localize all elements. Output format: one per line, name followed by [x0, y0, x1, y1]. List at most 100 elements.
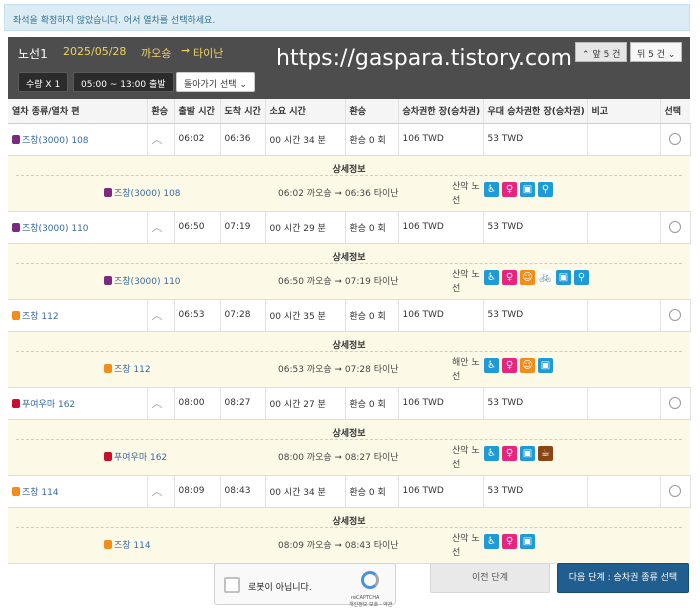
note — [587, 387, 661, 420]
detail-train-link[interactable]: 즈창 112 — [104, 362, 151, 375]
select-cell — [660, 123, 691, 156]
column-header: 선택 — [660, 99, 690, 124]
depart-time: 08:09 — [174, 475, 221, 508]
train-type-icon — [12, 486, 20, 496]
detail-title: 상세정보 — [332, 428, 366, 439]
expand-cell[interactable]: ︿ — [147, 475, 175, 508]
table-row[interactable]: 푸여우마 162 ︿ 08:00 08:27 00 시간 27 분 환승 0 회 106 T… — [8, 387, 691, 420]
depart-time: 06:53 — [174, 299, 221, 332]
arrive-time: 08:43 — [220, 475, 266, 508]
toilet-icon: ▣ — [538, 357, 553, 373]
train-link[interactable]: 즈창(3000) 108 — [12, 134, 89, 146]
chevron-up-icon[interactable]: ︿ — [152, 133, 163, 146]
detail-row: 상세정보 즈창 112 06:53 까오숑 ➞ 07:28 타이난 해안 노선 ♿ ♀ ☺ ▣ — [8, 331, 690, 388]
table-row[interactable]: 즈창 112 ︿ 06:53 07:28 00 시간 35 분 환승 0 회 106 TWD… — [8, 299, 691, 332]
train-type-icon — [104, 451, 112, 461]
nursing-icon: ♀ — [502, 357, 517, 373]
previous-step-button[interactable]: 이전 단계 — [430, 563, 550, 593]
detail-line: 산악 노선 — [452, 533, 480, 558]
detail-cell: 상세정보 즈창(3000) 108 06:02 까오숑 ➞ 06:36 타이난 산악 … — [8, 155, 690, 212]
select-radio[interactable] — [669, 485, 681, 497]
table-row[interactable]: 즈창(3000) 108 ︿ 06:02 06:36 00 시간 34 분 환승 0 회1… — [8, 123, 691, 156]
toilet-icon: ▣ — [520, 181, 535, 197]
select-radio[interactable] — [669, 397, 681, 409]
detail-row: 상세정보 푸여우마 162 08:00 까오숑 ➞ 08:27 타이난 산악 노선 ♿ ♀… — [8, 419, 690, 476]
duration: 00 시간 34 분 — [265, 123, 346, 156]
select-radio[interactable] — [669, 309, 681, 321]
detail-train-link[interactable]: 즈창 114 — [104, 538, 151, 551]
fare: 106 TWD — [398, 387, 484, 420]
train-name: 즈창 112 — [22, 311, 59, 322]
route-panel: 노선1 2025/05/28 까오숑 ➞ 타이난 https://gaspara… — [8, 37, 690, 99]
fare: 106 TWD — [398, 475, 484, 508]
detail-line: 산악 노선 — [452, 269, 480, 294]
train-table: 열차 종류/열차 편 환승 출발 시간 도착 시간 소요 시간 환승 승차권한 장(승차권)… — [8, 99, 691, 564]
chevron-up-icon[interactable]: ︿ — [152, 397, 163, 410]
table-header: 열차 종류/열차 편 환승 출발 시간 도착 시간 소요 시간 환승 승차권한 장(승차권)… — [8, 99, 690, 124]
time-range-button[interactable]: 05:00 ~ 13:00 출발 — [73, 72, 174, 92]
wheelchair-icon: ♿ — [484, 533, 499, 549]
prev-page-button[interactable]: ⌃ 앞 5 건 — [575, 42, 628, 62]
detail-time: 08:00 까오숑 ➞ 08:27 타이난 — [278, 452, 399, 463]
column-header: 환승 — [345, 99, 399, 124]
nursing-icon: ♀ — [502, 533, 517, 549]
train-cell: 즈창 112 — [8, 299, 148, 332]
next-page-button[interactable]: 뒤 5 건 ⌄ — [630, 42, 683, 62]
select-radio[interactable] — [669, 133, 681, 145]
arrive-time: 07:19 — [220, 211, 266, 244]
chevron-up-icon: ⌃ — [582, 50, 590, 60]
duration: 00 시간 35 분 — [265, 299, 346, 332]
detail-box: 상세정보 즈창(3000) 110 06:50 까오숑 ➞ 07:19 타이난 산악 … — [8, 244, 690, 299]
recaptcha-widget: 로봇이 아닙니다. reCAPTCHA 개인정보 보호 - 약관 — [214, 563, 396, 608]
transfers: 환승 0 회 — [345, 123, 399, 156]
note — [587, 211, 661, 244]
detail-line: 산악 노선 — [452, 181, 480, 206]
train-link[interactable]: 즈창 114 — [12, 486, 59, 498]
detail-train-link[interactable]: 즈창(3000) 108 — [104, 186, 181, 199]
next-step-button[interactable]: 다음 단계 : 승차권 종류 선택 — [557, 563, 689, 593]
train-type-icon — [12, 310, 20, 320]
detail-title: 상세정보 — [332, 252, 366, 263]
toilet-icon: ▣ — [520, 533, 535, 549]
detail-train-link[interactable]: 푸여우마 162 — [104, 450, 167, 463]
train-type-icon — [12, 398, 20, 408]
detail-row: 상세정보 즈창 114 08:09 까오숑 ➞ 08:43 타이난 산악 노선 ♿ ♀ ▣ — [8, 507, 690, 564]
detail-row: 상세정보 즈창(3000) 108 06:02 까오숑 ➞ 06:36 타이난 산악 … — [8, 155, 690, 212]
route-date: 2025/05/28 — [63, 45, 127, 58]
expand-cell[interactable]: ︿ — [147, 299, 175, 332]
detail-cell: 상세정보 즈창 112 06:53 까오숑 ➞ 07:28 타이난 해안 노선 ♿ ♀ ☺ ▣ — [8, 331, 690, 388]
return-select-button[interactable]: 돌아가기 선택 ⌄ — [176, 72, 255, 92]
quantity-button[interactable]: 수량 X 1 — [18, 72, 69, 92]
expand-cell[interactable]: ︿ — [147, 123, 175, 156]
route-to: 타이난 — [193, 47, 224, 60]
table-row[interactable]: 즈창 114 ︿ 08:09 08:43 00 시간 34 분 환승 0 회 106 TWD… — [8, 475, 691, 508]
chevron-up-icon[interactable]: ︿ — [152, 309, 163, 322]
discount-fare: 53 TWD — [483, 211, 588, 244]
column-header: 우대 승차권한 장(승차권) — [483, 99, 588, 124]
chevron-up-icon[interactable]: ︿ — [152, 485, 163, 498]
train-link[interactable]: 즈창(3000) 110 — [12, 222, 89, 234]
detail-box: 상세정보 즈창 114 08:09 까오숑 ➞ 08:43 타이난 산악 노선 ♿ ♀ ▣ — [8, 508, 690, 563]
captcha-label: 로봇이 아닙니다. — [248, 583, 312, 593]
discount-fare: 53 TWD — [483, 299, 588, 332]
detail-train-link[interactable]: 즈창(3000) 110 — [104, 274, 181, 287]
discount-fare: 53 TWD — [483, 123, 588, 156]
facility-icons: ♿ ♀ ▣ ⚲ — [484, 181, 553, 197]
discount-fare: 53 TWD — [483, 475, 588, 508]
detail-divider — [16, 526, 682, 528]
train-type-icon — [104, 187, 112, 197]
arrive-time: 08:27 — [220, 387, 266, 420]
train-link[interactable]: 푸여우마 162 — [12, 398, 75, 410]
select-radio[interactable] — [669, 221, 681, 233]
table-row[interactable]: 즈창(3000) 110 ︿ 06:50 07:19 00 시간 29 분 환승 0 회1… — [8, 211, 691, 244]
captcha-checkbox[interactable] — [224, 577, 240, 593]
chevron-up-icon[interactable]: ︿ — [152, 221, 163, 234]
recaptcha-terms[interactable]: 개인정보 보호 - 약관 — [349, 601, 392, 608]
train-type-icon — [12, 134, 20, 144]
train-link[interactable]: 즈창 112 — [12, 310, 59, 322]
expand-cell[interactable]: ︿ — [147, 211, 175, 244]
train-cell: 즈창(3000) 108 — [8, 123, 148, 156]
detail-box: 상세정보 푸여우마 162 08:00 까오숑 ➞ 08:27 타이난 산악 노선 ♿ ♀… — [8, 420, 690, 475]
expand-cell[interactable]: ︿ — [147, 387, 175, 420]
wheelchair-icon: ♿ — [484, 445, 499, 461]
